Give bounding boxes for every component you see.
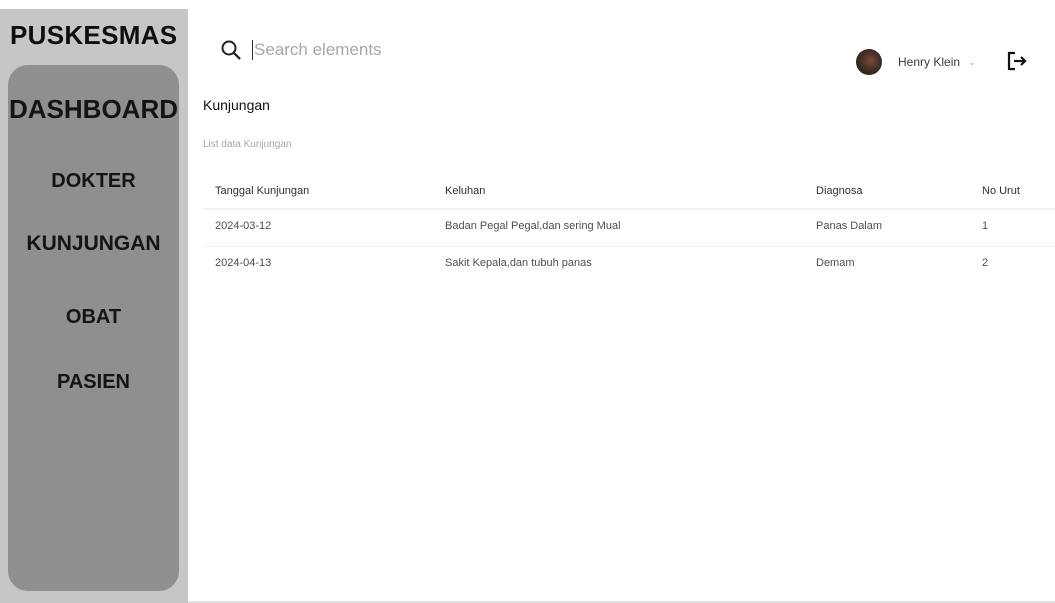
- nav-item-dashboard[interactable]: DASHBOARD: [8, 94, 179, 125]
- cell-tanggal: 2024-04-13: [215, 257, 272, 269]
- search-icon[interactable]: [220, 39, 242, 61]
- page-subtitle: List data Kunjungan: [203, 139, 292, 150]
- table-row[interactable]: 2024-03-12 Badan Pegal Pegal,dan sering …: [203, 210, 1055, 246]
- cell-diagnosa: Demam: [816, 257, 855, 269]
- cell-keluhan: Sakit Kepala,dan tubuh panas: [445, 257, 592, 269]
- user-menu[interactable]: Henry Klein ⌄: [856, 49, 976, 75]
- kunjungan-table: Tanggal Kunjungan Keluhan Diagnosa No Ur…: [203, 175, 1055, 283]
- logout-icon[interactable]: [1006, 50, 1028, 72]
- text-caret: [252, 40, 253, 60]
- column-header-no-urut: No Urut: [982, 185, 1020, 197]
- search-bar: [220, 36, 480, 64]
- chevron-down-icon[interactable]: ⌄: [968, 57, 976, 68]
- column-header-tanggal: Tanggal Kunjungan: [215, 185, 310, 197]
- column-header-diagnosa: Diagnosa: [816, 185, 863, 197]
- nav-item-obat[interactable]: OBAT: [8, 306, 179, 329]
- cell-diagnosa: Panas Dalam: [816, 220, 883, 232]
- sidebar-nav: DASHBOARD DOKTER KUNJUNGAN OBAT PASIEN: [8, 65, 179, 591]
- cell-no-urut: 1: [982, 220, 989, 232]
- nav-item-kunjungan[interactable]: KUNJUNGAN: [8, 232, 179, 256]
- cell-no-urut: 2: [982, 257, 989, 269]
- table-header-row: Tanggal Kunjungan Keluhan Diagnosa No Ur…: [203, 175, 1055, 210]
- brand-title: PUSKESMAS: [10, 20, 178, 50]
- search-input[interactable]: [254, 40, 464, 60]
- cell-tanggal: 2024-03-12: [215, 220, 272, 232]
- nav-item-dokter[interactable]: DOKTER: [8, 170, 179, 193]
- column-header-keluhan: Keluhan: [445, 185, 486, 197]
- avatar[interactable]: [856, 49, 882, 75]
- cell-keluhan: Badan Pegal Pegal,dan sering Mual: [445, 220, 621, 232]
- page-title: Kunjungan: [203, 97, 270, 113]
- nav-item-pasien[interactable]: PASIEN: [8, 371, 179, 394]
- user-name[interactable]: Henry Klein: [898, 55, 960, 69]
- table-row[interactable]: 2024-04-13 Sakit Kepala,dan tubuh panas …: [203, 246, 1055, 283]
